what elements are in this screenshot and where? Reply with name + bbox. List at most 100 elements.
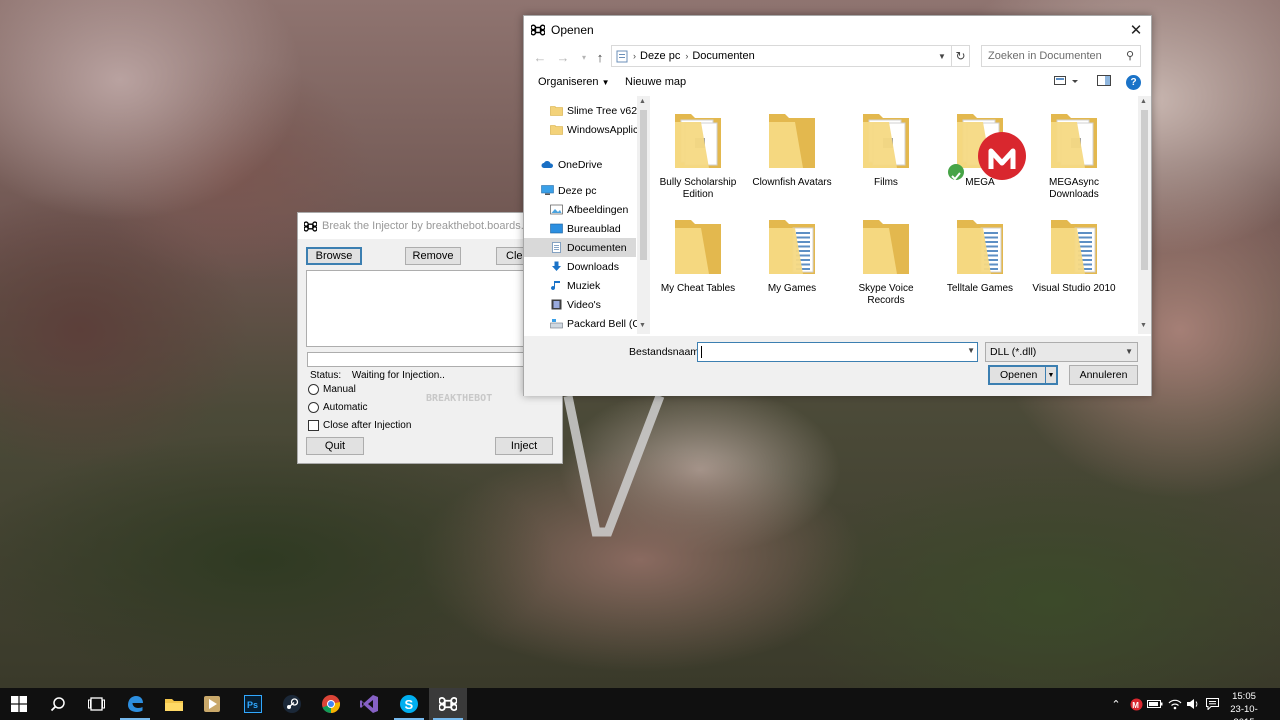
folder-item[interactable]: Clownfish Avatars [746, 100, 838, 206]
folder-item[interactable]: My Cheat Tables [652, 206, 744, 312]
manual-radio[interactable]: Manual [308, 384, 356, 395]
folder-icon [840, 210, 932, 280]
search-icon[interactable] [39, 688, 77, 720]
visual-studio-icon[interactable] [350, 688, 388, 720]
refresh-icon[interactable]: ↻ [951, 46, 969, 66]
inject-button[interactable]: Inject [495, 437, 553, 455]
checkbox-box[interactable] [308, 420, 319, 431]
status-value: Waiting for Injection.. [351, 370, 445, 381]
computer-icon [541, 185, 558, 196]
task-view-icon[interactable] [77, 688, 115, 720]
edge-icon[interactable] [116, 688, 154, 720]
nav-item[interactable]: Documenten [524, 238, 636, 257]
preview-pane-icon[interactable] [1097, 75, 1111, 90]
files-scrollbar[interactable]: ▲ ▼ [1138, 96, 1151, 334]
file-explorer-icon[interactable] [155, 688, 193, 720]
media-player-icon[interactable] [193, 688, 231, 720]
dialog-titlebar[interactable]: Openen ✕ [524, 16, 1151, 44]
chevron-down-icon: ▼ [1125, 347, 1133, 356]
folder-item[interactable]: Visual Studio 2010 [1028, 206, 1120, 312]
folder-item[interactable] [652, 320, 744, 334]
nav-item[interactable]: OneDrive [524, 155, 636, 174]
nav-item-label: Packard Bell (C:) [567, 317, 647, 330]
chevron-down-icon[interactable]: ▼ [967, 346, 975, 355]
help-icon[interactable]: ? [1126, 75, 1141, 90]
scroll-up-arrow-icon[interactable]: ▲ [639, 98, 646, 105]
folder-item[interactable]: Bully Scholarship Edition [652, 100, 744, 206]
skype-icon[interactable]: S [390, 688, 428, 720]
nav-item-label: Downloads [567, 260, 619, 273]
nav-item[interactable]: Slime Tree v62 [524, 101, 637, 120]
scroll-up-arrow-icon[interactable]: ▲ [1140, 98, 1147, 105]
action-center-icon[interactable] [1203, 688, 1221, 720]
folder-icon [550, 124, 567, 135]
radio-circle[interactable] [308, 384, 319, 395]
wallpaper-logo [563, 394, 665, 537]
nav-scrollbar[interactable]: ▲ ▼ [637, 96, 650, 334]
tray-overflow-chevron-icon[interactable]: ⌃ [1108, 688, 1124, 720]
scroll-thumb[interactable] [1141, 110, 1148, 270]
nav-item[interactable]: WindowsApplica [524, 120, 644, 139]
folder-icon [652, 104, 744, 174]
new-folder-button[interactable]: Nieuwe map [625, 76, 686, 88]
folder-item[interactable]: Films [840, 100, 932, 206]
clock-time: 15:05 [1232, 691, 1256, 702]
cloud-icon [541, 159, 558, 170]
nav-item[interactable]: Video's [524, 295, 636, 314]
sync-check-icon [948, 164, 964, 181]
nav-item[interactable]: Muziek [524, 276, 636, 295]
nav-item[interactable]: Afbeeldingen [524, 200, 636, 219]
folder-icon [746, 210, 838, 280]
scroll-thumb[interactable] [640, 110, 647, 260]
quit-button[interactable]: Quit [306, 437, 364, 455]
status-line: Status: Waiting for Injection.. [310, 370, 445, 381]
photoshop-icon[interactable]: Ps [234, 688, 272, 720]
folder-item[interactable]: MEGA [934, 100, 1026, 206]
forward-arrow-icon[interactable]: → [554, 48, 572, 66]
close-after-injection-checkbox[interactable]: Close after Injection [308, 420, 411, 431]
radio-circle[interactable] [308, 402, 319, 413]
nav-item[interactable]: Downloads [524, 257, 636, 276]
nav-item[interactable]: Packard Bell (C:) [524, 314, 646, 333]
breadcrumb-documenten[interactable]: Documenten [692, 50, 754, 62]
automatic-radio[interactable]: Automatic [308, 402, 367, 413]
remove-button[interactable]: Remove [405, 247, 461, 265]
search-input[interactable]: Zoeken in Documenten ⚲ [981, 45, 1141, 67]
address-bar[interactable]: › Deze pc › Documenten ▼ ↻ [611, 45, 970, 67]
organize-menu[interactable]: Organiseren ▼ [538, 76, 610, 88]
taskbar: Ps S ⌃ M 15:05 23-10-2015 [0, 688, 1280, 720]
chrome-icon[interactable] [312, 688, 350, 720]
chevron-right-icon[interactable]: › [633, 51, 636, 61]
battery-icon[interactable] [1146, 688, 1164, 720]
open-button[interactable]: Openen ▼ [988, 365, 1058, 385]
filetype-select[interactable]: DLL (*.dll) ▼ [985, 342, 1138, 362]
system-clock[interactable]: 15:05 23-10-2015 [1222, 690, 1266, 720]
nav-item-label: Bureaublad [567, 222, 621, 235]
scroll-down-arrow-icon[interactable]: ▼ [639, 322, 646, 329]
nav-item[interactable]: Deze pc [524, 181, 636, 200]
back-arrow-icon[interactable]: ← [531, 48, 549, 66]
steam-icon[interactable] [273, 688, 311, 720]
chevron-down-icon[interactable]: ▼ [935, 46, 949, 66]
chevron-right-icon[interactable]: › [685, 51, 688, 61]
start-icon[interactable] [0, 688, 38, 720]
volume-icon[interactable] [1184, 688, 1202, 720]
breadcrumb-deze-pc[interactable]: Deze pc [640, 50, 680, 62]
folder-item[interactable]: My Games [746, 206, 838, 312]
nav-item-label: Video's [567, 298, 601, 311]
injector-icon[interactable] [429, 688, 467, 720]
folder-item[interactable]: MEGAsync Downloads [1028, 100, 1120, 206]
wifi-icon[interactable] [1166, 688, 1184, 720]
filename-input[interactable]: ▼ [697, 342, 978, 362]
open-split-dropdown-icon[interactable]: ▼ [1045, 367, 1056, 383]
browse-button[interactable]: Browse [306, 247, 362, 265]
scroll-down-arrow-icon[interactable]: ▼ [1140, 322, 1147, 329]
folder-item[interactable]: Skype Voice Records [840, 206, 932, 312]
close-icon[interactable]: ✕ [1125, 19, 1147, 41]
nav-item[interactable]: Bureaublad [524, 219, 636, 238]
cancel-button[interactable]: Annuleren [1069, 365, 1138, 385]
folder-item[interactable]: Telltale Games [934, 206, 1026, 312]
mega-tray-icon[interactable]: M [1127, 688, 1145, 720]
view-options-icon[interactable] [1054, 75, 1080, 90]
up-arrow-icon[interactable]: ↑ [591, 48, 609, 66]
